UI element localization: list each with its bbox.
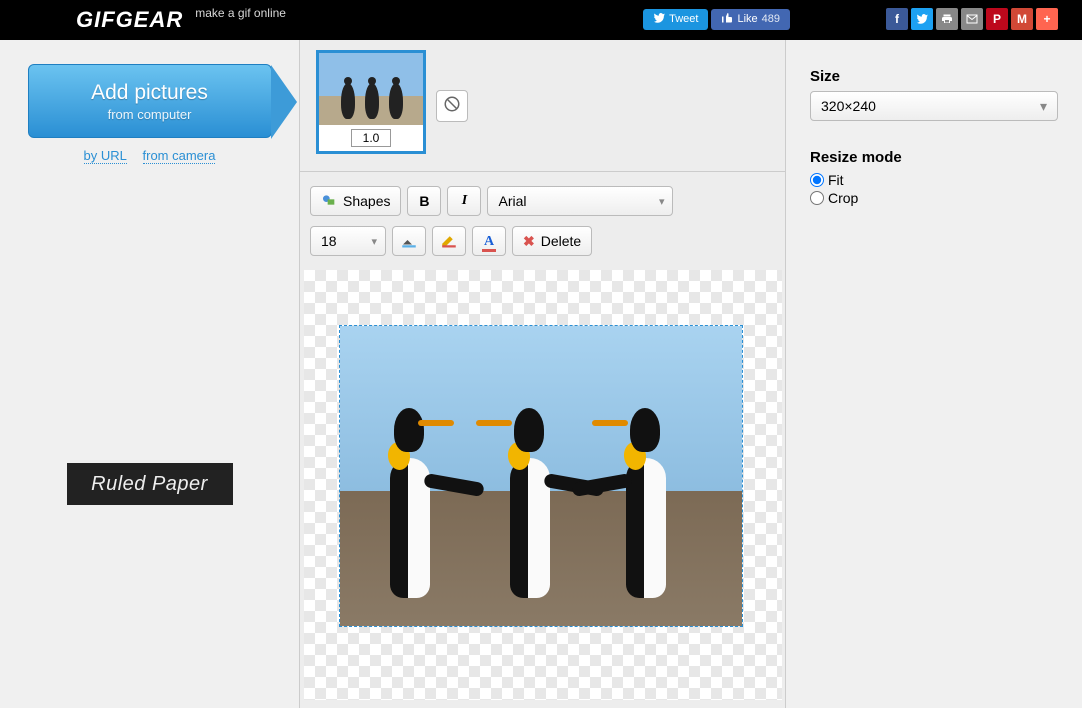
resize-fit-label: Fit — [828, 172, 844, 188]
settings-panel: Size 320×240 Resize mode Fit Crop — [786, 40, 1082, 708]
add-pictures-title: Add pictures — [91, 81, 208, 105]
twitter-share-icon[interactable] — [911, 8, 933, 30]
resize-mode-label: Resize mode — [810, 149, 1058, 166]
left-panel: Add pictures from computer by URL from c… — [0, 40, 300, 708]
canvas-area — [300, 262, 785, 708]
ad-banner-label: Ruled Paper — [91, 473, 208, 496]
frame-duration-input[interactable] — [351, 129, 391, 147]
add-pictures-subtitle: from computer — [108, 107, 192, 122]
highlight-icon — [400, 231, 418, 252]
size-label: Size — [810, 68, 1058, 85]
tagline: make a gif online — [195, 6, 286, 20]
resize-crop-radio[interactable] — [810, 191, 824, 205]
app-logo[interactable]: GIFGEAR — [76, 7, 183, 33]
like-label: Like — [737, 13, 757, 25]
no-entry-icon — [443, 95, 461, 116]
thumbs-up-icon — [721, 12, 733, 27]
font-color-icon: A — [482, 232, 496, 250]
add-by-url-link[interactable]: by URL — [84, 148, 127, 164]
tweet-button[interactable]: Tweet — [643, 9, 708, 30]
ad-banner[interactable]: Ruled Paper — [67, 463, 233, 505]
delete-x-icon: ✖ — [523, 233, 535, 250]
print-icon[interactable] — [936, 8, 958, 30]
font-size-select[interactable]: 18 — [310, 226, 386, 256]
logo-text-suffix: GEAR — [116, 7, 184, 32]
facebook-share-icon[interactable]: f — [886, 8, 908, 30]
gmail-icon[interactable]: M — [1011, 8, 1033, 30]
add-from-camera-link[interactable]: from camera — [143, 148, 216, 164]
font-size-value: 18 — [321, 233, 337, 249]
italic-button[interactable]: I — [447, 186, 481, 216]
more-share-icon[interactable]: + — [1036, 8, 1058, 30]
frame-thumbnail[interactable] — [316, 50, 426, 154]
shapes-label: Shapes — [343, 193, 390, 209]
delete-button[interactable]: ✖ Delete — [512, 226, 592, 256]
delete-label: Delete — [541, 233, 581, 249]
font-family-select[interactable]: Arial — [487, 186, 673, 216]
editor-toolbar: Shapes B I Arial 18 — [300, 172, 785, 262]
clear-frame-button[interactable] — [436, 90, 468, 122]
email-icon[interactable] — [961, 8, 983, 30]
resize-fit-option[interactable]: Fit — [810, 172, 1058, 188]
editor-panel: Shapes B I Arial 18 — [300, 40, 786, 708]
canvas[interactable] — [304, 270, 782, 700]
italic-icon: I — [462, 193, 467, 209]
resize-fit-radio[interactable] — [810, 173, 824, 187]
font-color-button[interactable]: A — [472, 226, 506, 256]
pinterest-icon[interactable]: P — [986, 8, 1008, 30]
bold-icon: B — [419, 193, 429, 209]
tweet-label: Tweet — [669, 13, 698, 25]
size-value: 320×240 — [821, 98, 876, 114]
like-count: 489 — [762, 13, 780, 25]
text-color-button[interactable] — [432, 226, 466, 256]
twitter-icon — [653, 12, 665, 27]
resize-crop-label: Crop — [828, 190, 858, 206]
size-select[interactable]: 320×240 — [810, 91, 1058, 121]
highlight-color-button[interactable] — [392, 226, 426, 256]
social-bar: Tweet Like 489 f P M + — [643, 8, 1058, 30]
bold-button[interactable]: B — [407, 186, 441, 216]
app-header: GIFGEAR make a gif online Tweet Like 489… — [0, 0, 1082, 40]
frame-image — [319, 53, 423, 125]
main-area: Add pictures from computer by URL from c… — [0, 40, 1082, 708]
shapes-button[interactable]: Shapes — [310, 186, 401, 216]
shapes-icon — [321, 192, 337, 211]
add-alt-links: by URL from camera — [78, 148, 222, 163]
pencil-icon — [440, 231, 458, 252]
resize-crop-option[interactable]: Crop — [810, 190, 1058, 206]
logo-text-prefix: GIF — [76, 7, 116, 32]
canvas-image[interactable] — [340, 326, 742, 626]
fb-like-button[interactable]: Like 489 — [711, 9, 790, 30]
frames-strip — [300, 40, 785, 172]
font-family-value: Arial — [498, 193, 526, 209]
add-pictures-button[interactable]: Add pictures from computer — [28, 64, 272, 138]
